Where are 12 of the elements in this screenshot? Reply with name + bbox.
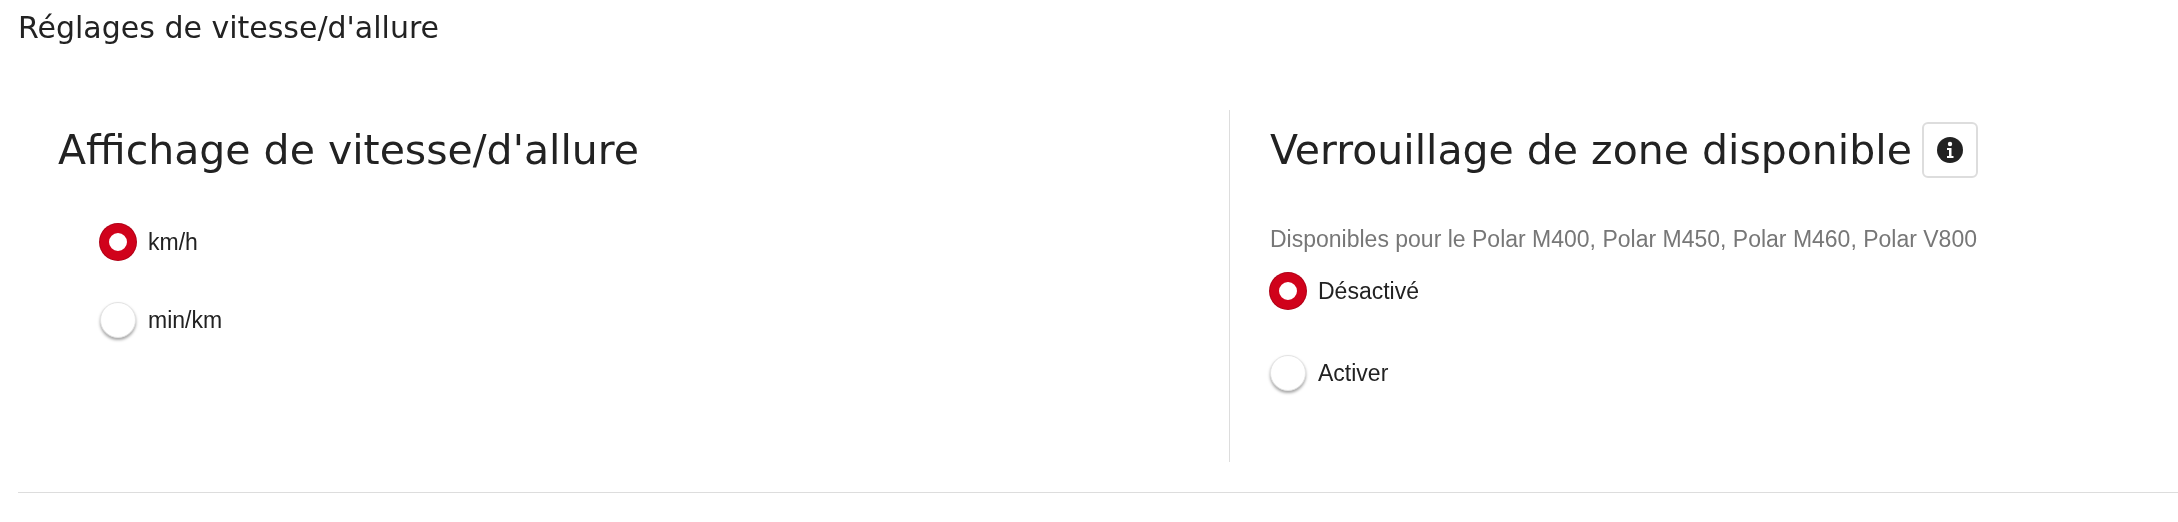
radio-label: Désactivé [1318,277,1419,305]
page-title: Réglages de vitesse/d'allure [18,10,441,47]
info-icon [1936,137,1963,163]
radio-button[interactable] [1270,273,1306,309]
availability-note: Disponibles pour le Polar M400, Polar M450, Polar M460, Polar V800 [1270,226,1978,253]
info-button[interactable] [1921,122,1978,178]
section-heading: Affichage de vitesse/d'allure [58,126,639,174]
section-heading: Verrouillage de zone disponible [1270,126,1912,174]
radio-button[interactable] [100,224,136,260]
radio-label: km/h [148,228,198,256]
radio-label: min/km [148,306,223,334]
radio-label: Activer [1318,359,1389,387]
